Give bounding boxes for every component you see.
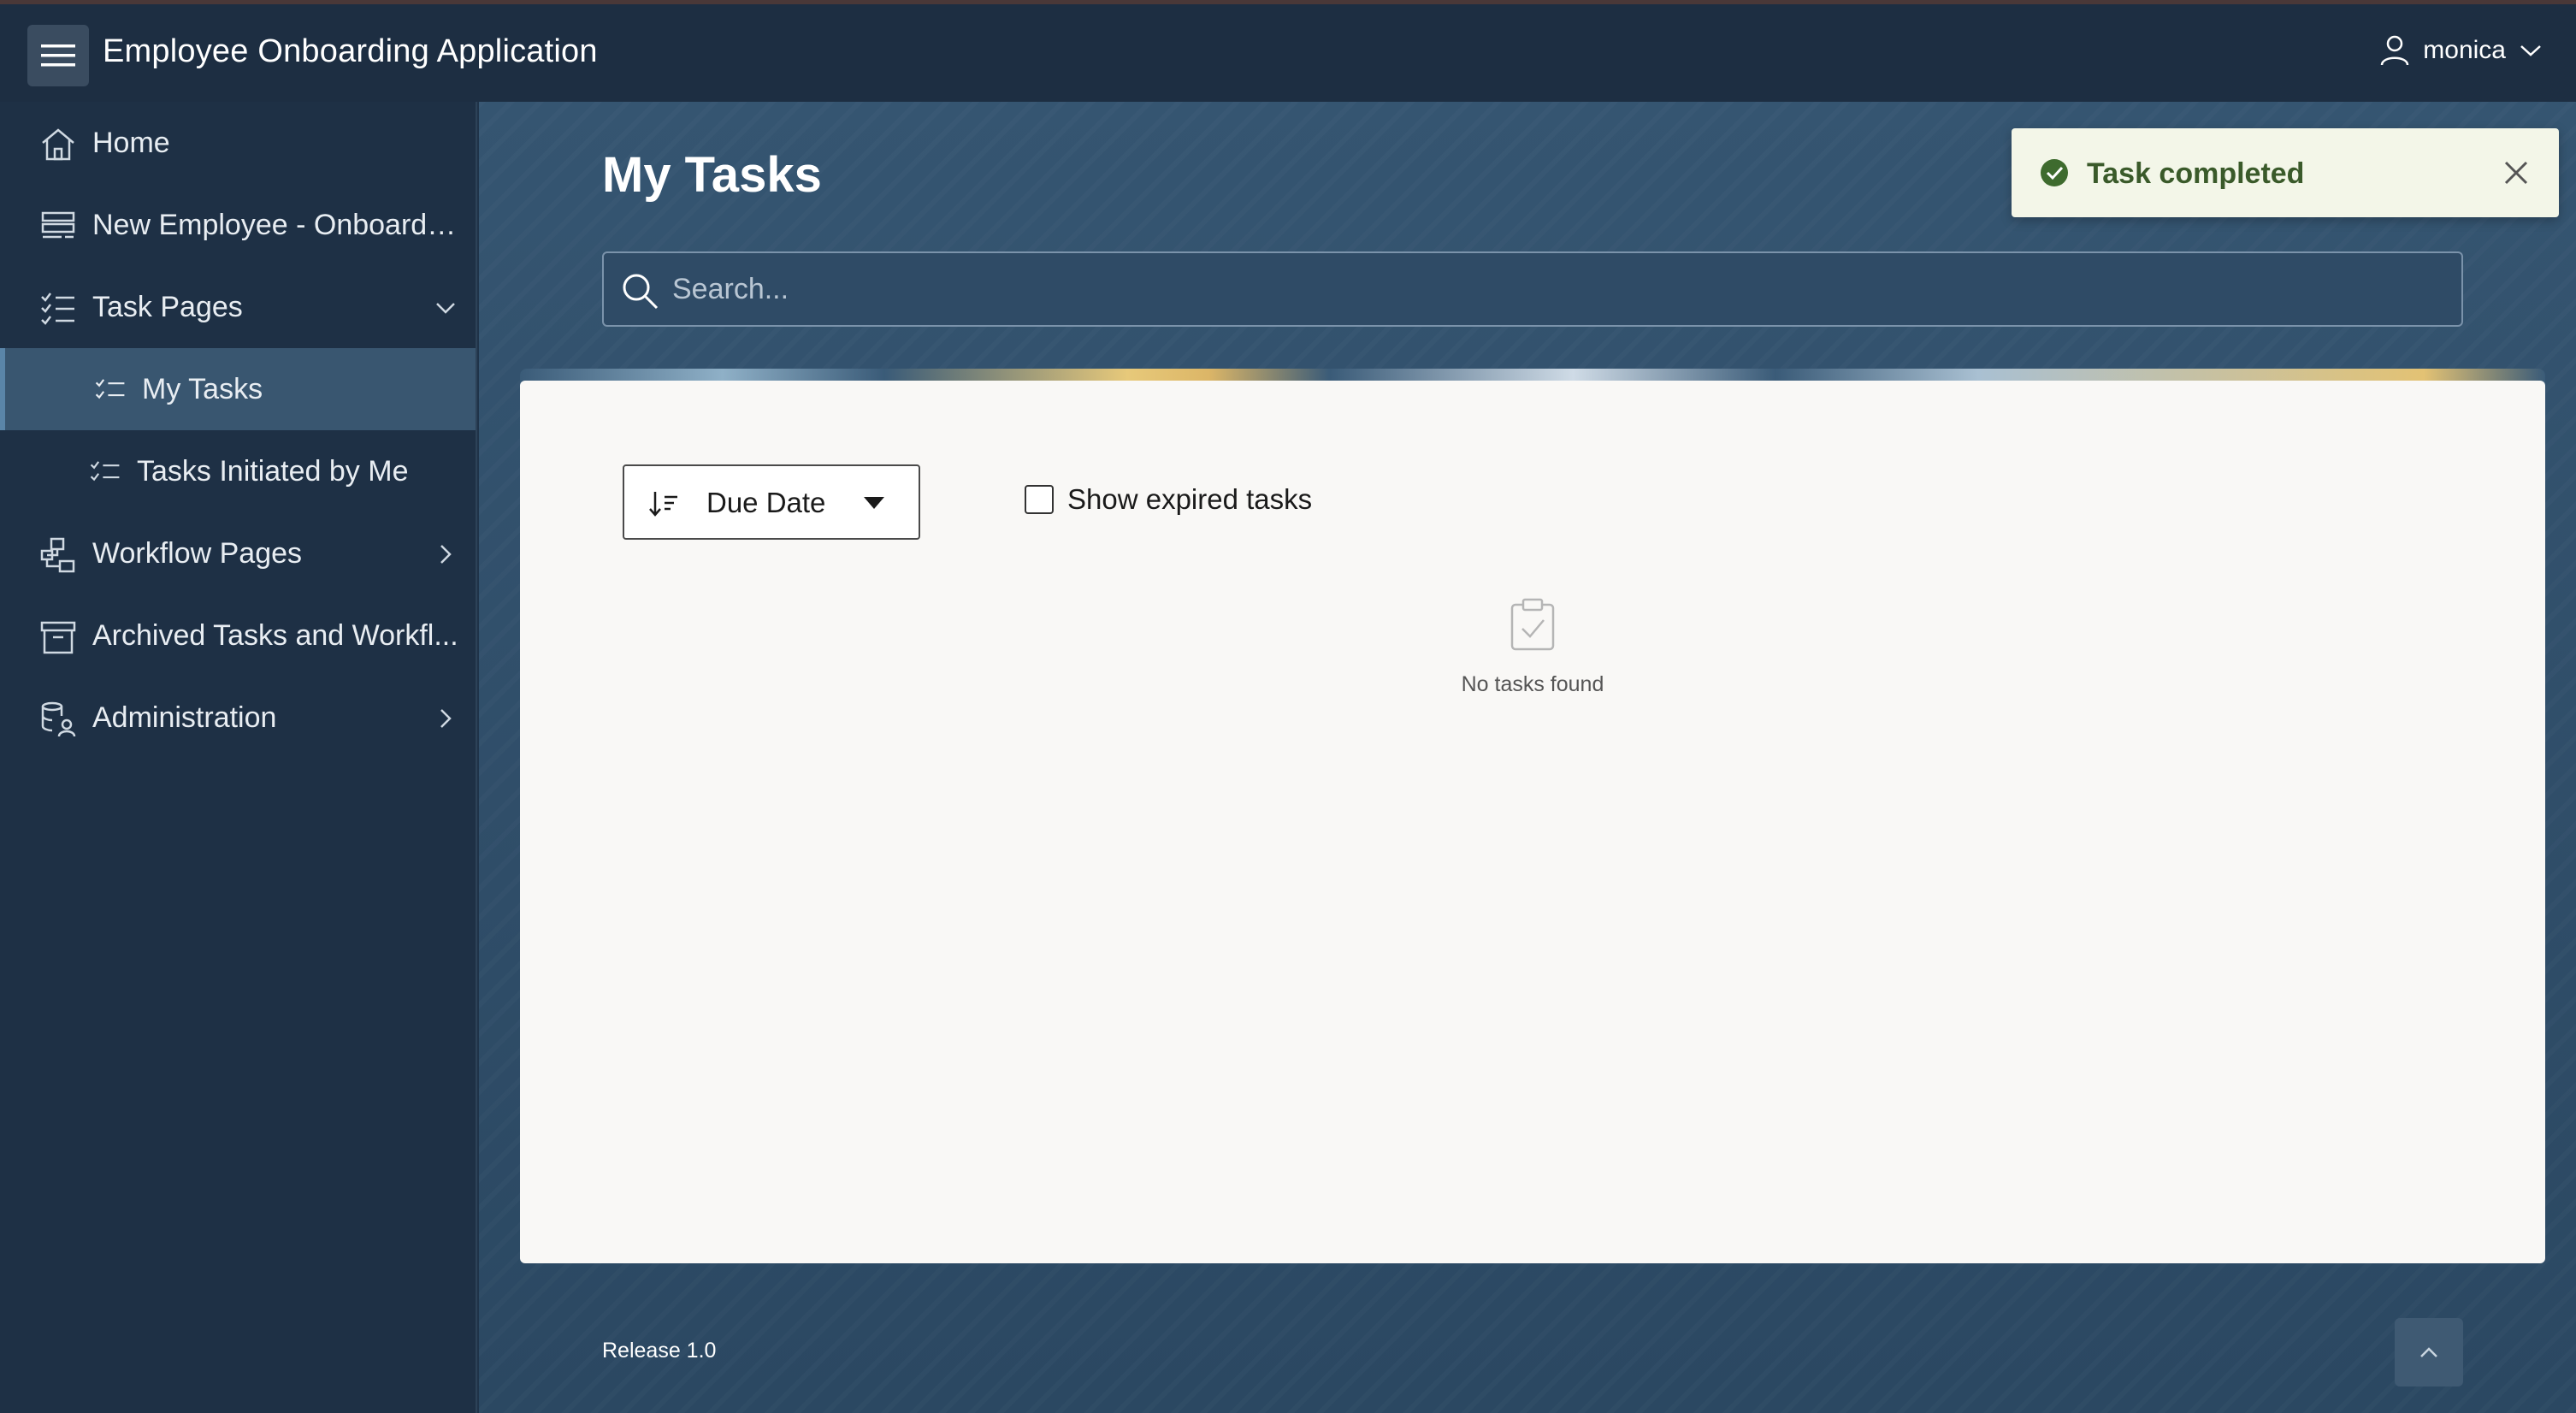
close-icon[interactable] [2501, 157, 2532, 188]
toast-message: Task completed [2087, 157, 2305, 190]
app-title[interactable]: Employee Onboarding Application [103, 33, 598, 70]
sort-label: Due Date [706, 487, 826, 518]
sidebar-item-label: Tasks Initiated by Me [137, 454, 409, 488]
sidebar-item-label: Workflow Pages [92, 536, 303, 570]
sidebar-item-administration[interactable]: Administration [0, 677, 476, 759]
home-icon [42, 128, 74, 161]
main-content: My Tasks Due Date Show expired tasks [479, 102, 2576, 1413]
clipboard-check-icon [1510, 598, 1555, 651]
sidebar: Home New Employee - Onboarding Task Page… [0, 102, 477, 1413]
hamburger-icon [41, 44, 75, 67]
task-list-icon [95, 379, 125, 399]
chevron-down-icon[interactable] [433, 295, 458, 321]
archive-icon [40, 621, 76, 654]
check-circle-icon [2041, 159, 2068, 186]
task-list-icon [41, 293, 74, 325]
show-expired-label: Show expired tasks [1067, 483, 1313, 515]
search-input[interactable] [672, 253, 2451, 325]
admin-icon [41, 701, 76, 737]
sidebar-item-new-employee-onboarding[interactable]: New Employee - Onboarding [0, 184, 476, 266]
sidebar-item-archived-tasks[interactable]: Archived Tasks and Workfl... [0, 594, 476, 677]
sidebar-item-my-tasks[interactable]: My Tasks [0, 348, 476, 430]
sort-dropdown[interactable]: Due Date [623, 464, 920, 540]
sidebar-item-label: Task Pages [92, 290, 243, 323]
show-expired-checkbox[interactable] [1025, 485, 1054, 514]
user-menu[interactable]: monica [2380, 35, 2542, 66]
user-name: monica [2423, 36, 2506, 64]
chevron-right-icon[interactable] [433, 706, 458, 731]
sidebar-item-label: Home [92, 126, 170, 159]
sidebar-item-label: My Tasks [142, 372, 263, 405]
chevron-down-icon [2520, 45, 2541, 56]
page-title: My Tasks [602, 147, 822, 203]
app-header: Employee Onboarding Application monica [0, 4, 2576, 102]
sidebar-item-label: Archived Tasks and Workfl... [92, 618, 458, 652]
show-expired-option[interactable]: Show expired tasks [1025, 483, 1312, 516]
user-icon [2381, 35, 2409, 66]
form-icon [41, 211, 75, 239]
tasks-card: Due Date Show expired tasks No tasks fou… [520, 381, 2545, 1263]
sidebar-item-label: New Employee - Onboarding [92, 208, 460, 241]
scroll-to-top-button[interactable] [2395, 1318, 2463, 1386]
workflow-icon [40, 537, 75, 573]
task-list-icon [90, 461, 120, 482]
chevron-up-icon [2420, 1347, 2437, 1357]
search-field[interactable] [602, 251, 2463, 327]
hamburger-menu-button[interactable] [27, 25, 89, 86]
empty-state: No tasks found [520, 598, 2545, 697]
sidebar-item-task-pages[interactable]: Task Pages [0, 266, 476, 348]
sort-icon [649, 492, 677, 517]
search-icon [623, 274, 659, 310]
empty-message: No tasks found [1461, 672, 1604, 696]
success-toast: Task completed [2012, 128, 2559, 217]
sidebar-item-home[interactable]: Home [0, 102, 476, 184]
sidebar-item-label: Administration [92, 701, 277, 734]
chevron-right-icon[interactable] [433, 541, 458, 567]
caret-down-icon [864, 497, 884, 509]
release-version: Release 1.0 [602, 1339, 717, 1363]
sidebar-item-tasks-initiated-by-me[interactable]: Tasks Initiated by Me [0, 430, 476, 512]
sidebar-item-workflow-pages[interactable]: Workflow Pages [0, 512, 476, 594]
